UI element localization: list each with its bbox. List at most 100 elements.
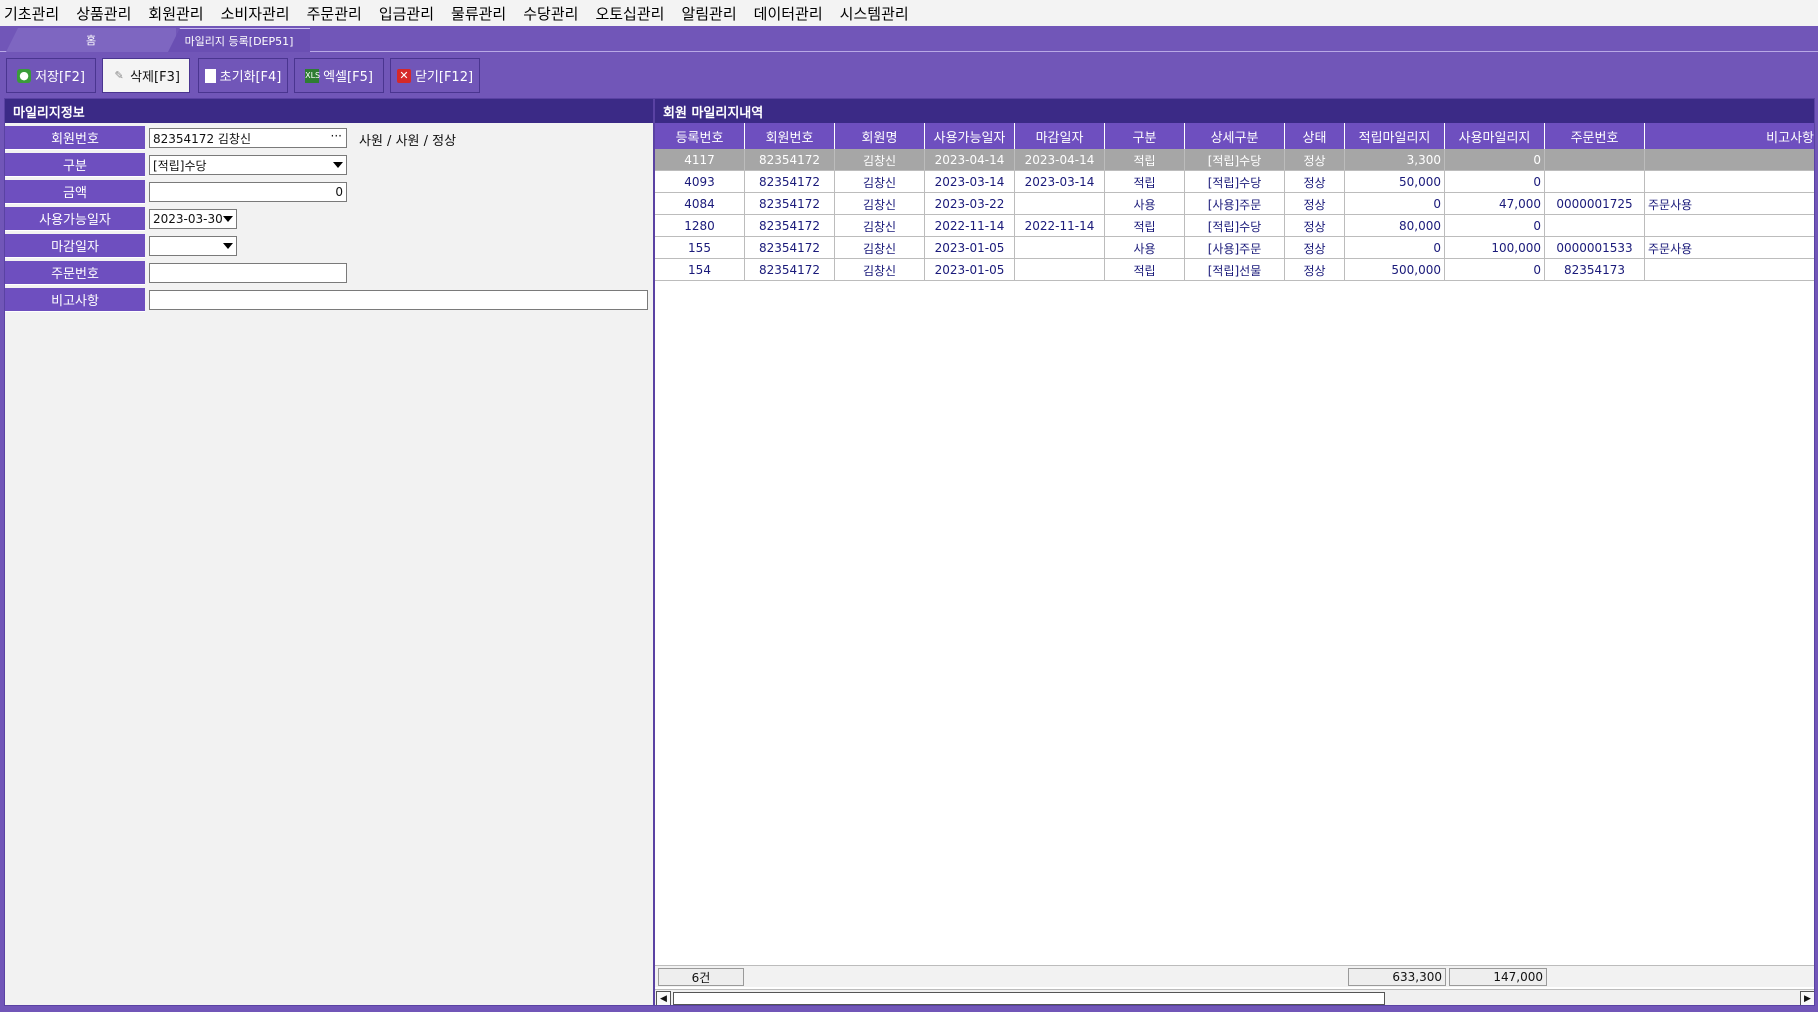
- menu-item[interactable]: 입금관리: [379, 3, 434, 24]
- table-cell: 0: [1445, 149, 1545, 171]
- table-cell: 154: [655, 259, 745, 281]
- member-no-field[interactable]: 82354172 김창신 ···: [149, 128, 347, 148]
- table-cell: 김창신: [835, 259, 925, 281]
- save-button[interactable]: ● 저장[F2]: [6, 58, 96, 93]
- column-header[interactable]: 주문번호: [1545, 123, 1645, 149]
- type-row: 구분 [적립]수당: [5, 153, 653, 177]
- menu-item[interactable]: 소비자관리: [221, 3, 290, 24]
- table-cell: 적립: [1105, 215, 1185, 237]
- grid-footer: 6건 633,300 147,000: [655, 965, 1814, 987]
- table-cell: 김창신: [835, 215, 925, 237]
- close-button[interactable]: ✕ 닫기[F12]: [390, 58, 480, 93]
- table-cell: 82354172: [745, 259, 835, 281]
- table-cell: 정상: [1285, 215, 1345, 237]
- table-cell: 82354172: [745, 215, 835, 237]
- close-date-row: 마감일자: [5, 234, 653, 258]
- table-cell: 82354172: [745, 149, 835, 171]
- table-cell: 주문사용: [1645, 193, 1814, 215]
- eraser-icon: ✎: [114, 68, 124, 82]
- table-cell: 적립: [1105, 259, 1185, 281]
- panel-title: 마일리지정보: [5, 99, 653, 123]
- table-cell: 155: [655, 237, 745, 259]
- excel-button[interactable]: XLS 엑셀[F5]: [294, 58, 384, 93]
- table-cell: 사용: [1105, 193, 1185, 215]
- column-header[interactable]: 사용가능일자: [925, 123, 1015, 149]
- toolbar: ● 저장[F2] ✎ 삭제[F3] 초기화[F4] XLS 엑셀[F5] ✕ 닫…: [0, 53, 1818, 97]
- table-cell: 2023-04-14: [1015, 149, 1105, 171]
- table-cell: 김창신: [835, 237, 925, 259]
- table-row[interactable]: 4084 82354172 김창신 2023-03-22 사용 [사용]주문 정상 0 47,0…: [655, 193, 1814, 215]
- tab-mileage-register[interactable]: 마일리지 등록[DEP51]: [168, 28, 310, 52]
- menu-item[interactable]: 데이터관리: [754, 3, 823, 24]
- table-cell: 1280: [655, 215, 745, 237]
- avail-date-row: 사용가능일자 2023-03-30: [5, 207, 653, 231]
- table-cell: 100,000: [1445, 237, 1545, 259]
- reset-button[interactable]: 초기화[F4]: [198, 58, 288, 93]
- tab-home[interactable]: 홈: [6, 28, 176, 52]
- close-date-picker[interactable]: [149, 236, 237, 256]
- order-no-row: 주문번호: [5, 261, 653, 285]
- table-cell: 4084: [655, 193, 745, 215]
- scroll-left-icon[interactable]: ◀: [656, 991, 671, 1005]
- menu-bar: 기초관리 상품관리 회원관리 소비자관리 주문관리 입금관리 물류관리 수당관리 오토십관리 알림…: [0, 0, 1818, 26]
- menu-item[interactable]: 회원관리: [148, 3, 203, 24]
- table-cell: [사용]주문: [1185, 193, 1285, 215]
- menu-item[interactable]: 기초관리: [4, 3, 59, 24]
- table-cell: 정상: [1285, 149, 1345, 171]
- column-header[interactable]: 등록번호: [655, 123, 745, 149]
- column-header[interactable]: 상태: [1285, 123, 1345, 149]
- table-row[interactable]: 155 82354172 김창신 2023-01-05 사용 [사용]주문 정상 0 100,0…: [655, 237, 1814, 259]
- table-cell: 47,000: [1445, 193, 1545, 215]
- close-date-label: 마감일자: [5, 234, 145, 258]
- order-no-input[interactable]: [149, 263, 347, 283]
- table-cell: 적립: [1105, 171, 1185, 193]
- column-header[interactable]: 적립마일리지: [1345, 123, 1445, 149]
- table-row[interactable]: 1280 82354172 김창신 2022-11-14 2022-11-14 적립 [적립…: [655, 215, 1814, 237]
- scroll-thumb[interactable]: [673, 992, 1385, 1005]
- avail-date-picker[interactable]: 2023-03-30: [149, 209, 237, 229]
- table-cell: 적립: [1105, 149, 1185, 171]
- column-header[interactable]: 회원번호: [745, 123, 835, 149]
- menu-item[interactable]: 상품관리: [76, 3, 131, 24]
- table-row[interactable]: 154 82354172 김창신 2023-01-05 적립 [적립]선물 정상 500,00…: [655, 259, 1814, 281]
- column-header[interactable]: 사용마일리지: [1445, 123, 1545, 149]
- table-cell: 2022-11-14: [1015, 215, 1105, 237]
- chevron-down-icon: [333, 162, 343, 168]
- menu-item[interactable]: 물류관리: [451, 3, 506, 24]
- chevron-down-icon: [223, 216, 233, 222]
- table-cell: [적립]수당: [1185, 171, 1285, 193]
- more-icon[interactable]: ···: [331, 129, 342, 143]
- type-select[interactable]: [적립]수당: [149, 155, 347, 175]
- menu-item[interactable]: 주문관리: [307, 3, 362, 24]
- table-cell: 50,000: [1345, 171, 1445, 193]
- column-header[interactable]: 회원명: [835, 123, 925, 149]
- horizontal-scrollbar[interactable]: ◀ ▶: [655, 989, 1814, 1005]
- table-row[interactable]: 4117 82354172 김창신 2023-04-14 2023-04-14 적립 [적립…: [655, 149, 1814, 171]
- member-no-row: 회원번호 82354172 김창신 ··· 사원 / 사원 / 정상: [5, 126, 653, 150]
- table-cell: 정상: [1285, 193, 1345, 215]
- column-header[interactable]: 상세구분: [1185, 123, 1285, 149]
- table-cell: 4093: [655, 171, 745, 193]
- delete-button[interactable]: ✎ 삭제[F3]: [102, 58, 190, 93]
- menu-item[interactable]: 알림관리: [681, 3, 736, 24]
- table-cell: [1545, 149, 1645, 171]
- menu-item[interactable]: 시스템관리: [840, 3, 909, 24]
- table-cell: 0000001533: [1545, 237, 1645, 259]
- total-earned: 633,300: [1348, 968, 1446, 986]
- menu-item[interactable]: 오토십관리: [595, 3, 664, 24]
- save-icon: ●: [17, 68, 32, 83]
- table-cell: [1645, 149, 1814, 171]
- table-cell: [1545, 171, 1645, 193]
- column-header[interactable]: 구분: [1105, 123, 1185, 149]
- table-cell: 2023-03-14: [925, 171, 1015, 193]
- excel-icon: XLS: [305, 68, 320, 83]
- grid-header: 등록번호 회원번호 회원명 사용가능일자 마감일자 구분 상세구분 상태 적립마일리지 사용마일리…: [655, 123, 1814, 149]
- column-header[interactable]: 비고사항: [1645, 123, 1814, 149]
- table-cell: 82354172: [745, 237, 835, 259]
- memo-input[interactable]: [149, 290, 648, 310]
- column-header[interactable]: 마감일자: [1015, 123, 1105, 149]
- amount-input[interactable]: 0: [149, 182, 347, 202]
- table-row[interactable]: 4093 82354172 김창신 2023-03-14 2023-03-14 적립 [적립…: [655, 171, 1814, 193]
- menu-item[interactable]: 수당관리: [523, 3, 578, 24]
- scroll-right-icon[interactable]: ▶: [1800, 991, 1814, 1005]
